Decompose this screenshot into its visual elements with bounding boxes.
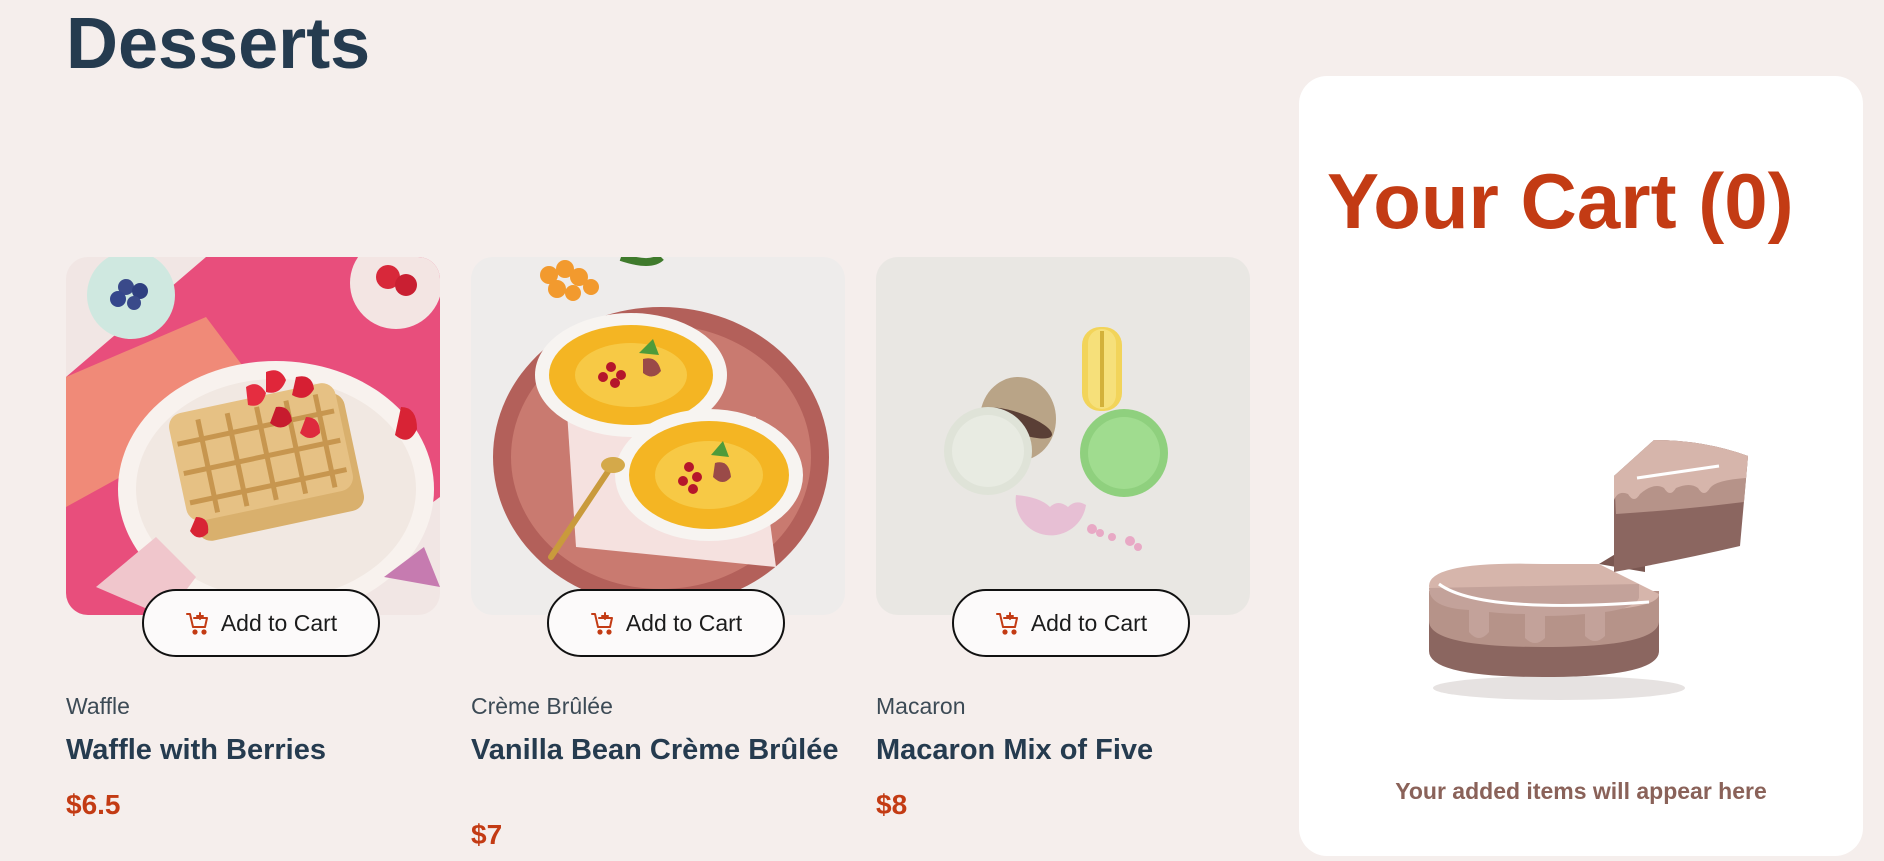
product-category: Waffle <box>66 693 130 719</box>
product-price: $7 <box>471 819 503 850</box>
page-title: Desserts <box>66 4 371 84</box>
empty-cart-cake-icon <box>1399 416 1759 721</box>
product-name: Vanilla Bean Crème Brûlée <box>471 734 839 766</box>
product-card-waffle: Add to Cart Waffle Waffle with Berries $… <box>66 257 440 820</box>
add-to-cart-icon <box>185 610 211 636</box>
add-to-cart-icon <box>590 610 616 636</box>
add-to-cart-button[interactable]: Add to Cart <box>142 589 380 657</box>
add-to-cart-button[interactable]: Add to Cart <box>952 589 1190 657</box>
add-to-cart-label: Add to Cart <box>1030 609 1148 636</box>
add-to-cart-icon <box>995 610 1021 636</box>
product-name: Waffle with Berries <box>66 734 326 766</box>
cart-title: Your Cart (0) <box>1327 157 1794 245</box>
product-card-macaron: Add to Cart Macaron Macaron Mix of Five … <box>876 257 1250 820</box>
product-price: $8 <box>876 789 908 820</box>
cart-empty-message: Your added items will appear here <box>1395 778 1767 804</box>
product-image-waffle <box>66 257 440 615</box>
product-image-creme-brulee <box>471 257 845 615</box>
product-price: $6.5 <box>66 789 121 820</box>
product-name: Macaron Mix of Five <box>876 734 1154 766</box>
product-card-creme-brulee: Add to Cart Crème Brûlée Vanilla Bean Cr… <box>471 257 845 850</box>
product-category: Crème Brûlée <box>471 693 613 719</box>
product-category: Macaron <box>876 693 966 719</box>
product-image-macaron <box>876 257 1250 615</box>
add-to-cart-label: Add to Cart <box>625 609 743 636</box>
cart-panel: Your Cart (0) Your added items will appe… <box>1299 76 1863 856</box>
add-to-cart-label: Add to Cart <box>220 609 338 636</box>
add-to-cart-button[interactable]: Add to Cart <box>547 589 785 657</box>
